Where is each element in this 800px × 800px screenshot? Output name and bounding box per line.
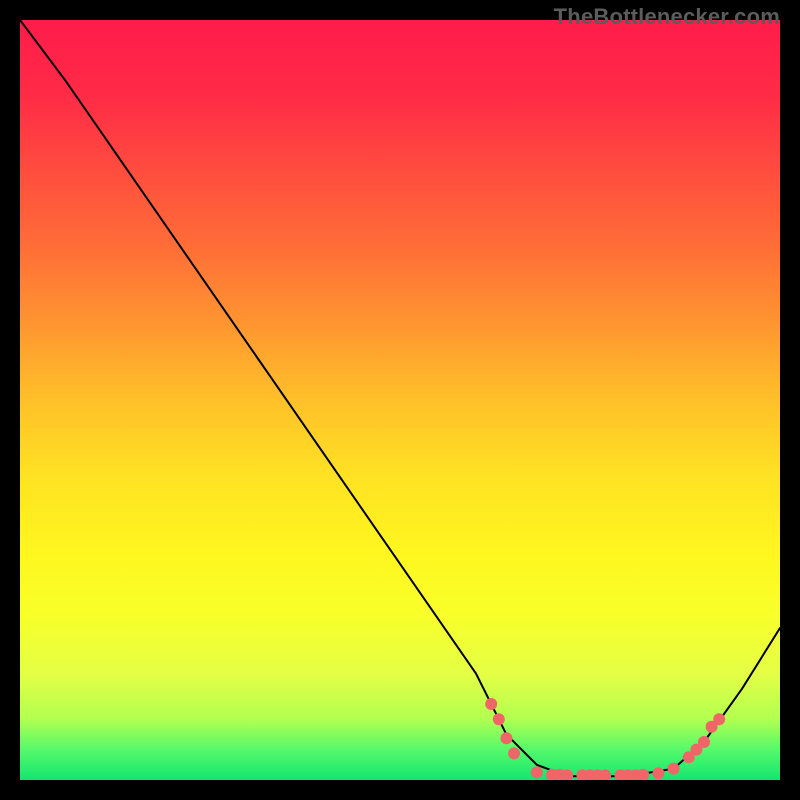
chart-background-gradient [20,20,780,780]
chart-marker [500,732,512,744]
chart-plot-area [20,20,780,780]
chart-marker [698,736,710,748]
chart-marker [668,763,680,775]
chart-marker [531,766,543,778]
chart-marker [713,713,725,725]
chart-marker [493,713,505,725]
chart-marker [652,767,664,779]
bottleneck-curve-chart [20,20,780,780]
chart-marker [485,698,497,710]
chart-marker [508,747,520,759]
